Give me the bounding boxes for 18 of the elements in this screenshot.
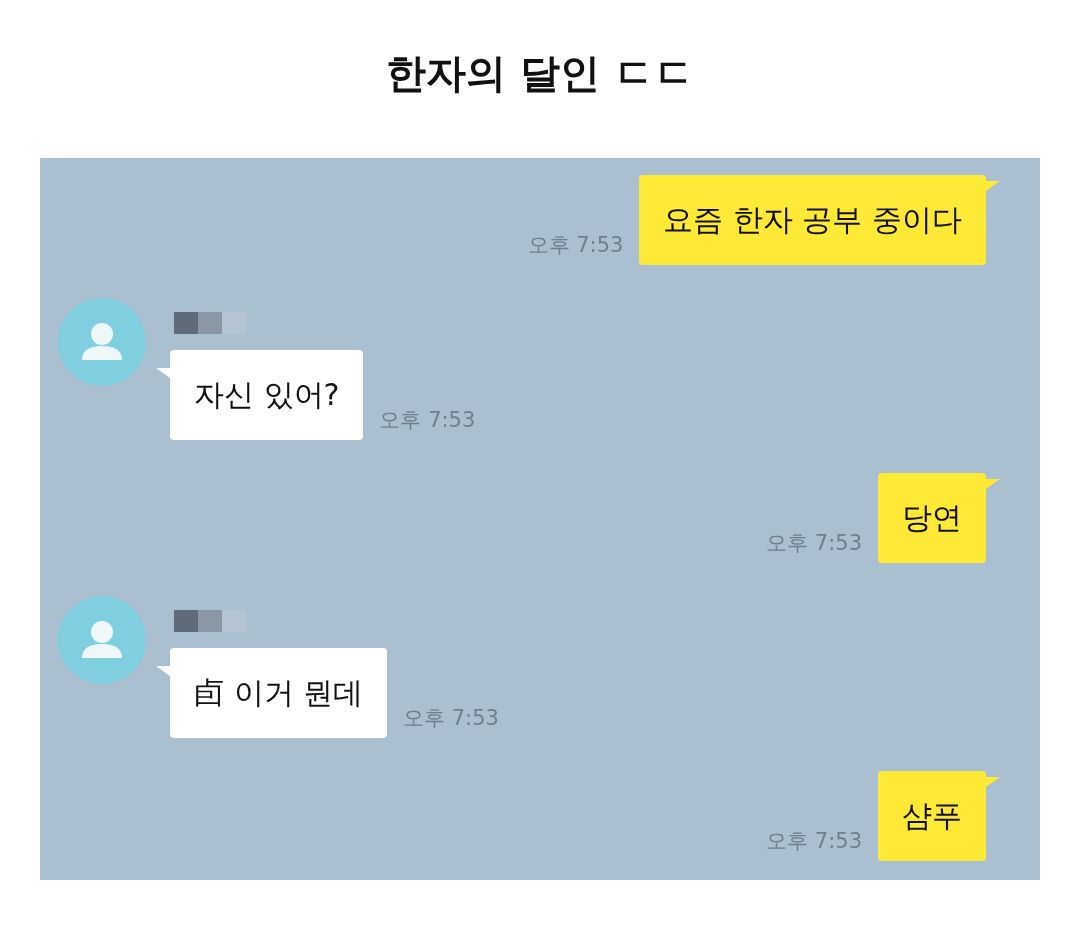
message-time: 오후 7:53 <box>766 828 862 855</box>
avatar-icon <box>58 298 146 386</box>
blurred-name <box>174 610 246 632</box>
message-time: 오후 7:53 <box>527 232 624 259</box>
message-bubble: 卣 이거 뭔데 <box>170 648 388 738</box>
message-time: 오후 7:53 <box>403 705 499 732</box>
blurred-name <box>174 312 246 334</box>
message-bubble: 요즘 한자 공부 중이다 <box>639 175 986 265</box>
post-title: 한자의 달인 ㄷㄷ <box>386 49 694 98</box>
bubble-tail <box>986 479 1000 489</box>
message-bubble: 자신 있어? <box>170 350 364 440</box>
bubble-tail <box>986 777 1000 787</box>
message-time: 오후 7:53 <box>766 530 862 557</box>
bubble-tail <box>986 181 1000 191</box>
message-bubble: 샴푸 <box>878 771 986 861</box>
message-bubble: 당연 <box>878 473 986 563</box>
avatar-icon <box>58 596 146 684</box>
message-time: 오후 7:53 <box>379 407 476 434</box>
